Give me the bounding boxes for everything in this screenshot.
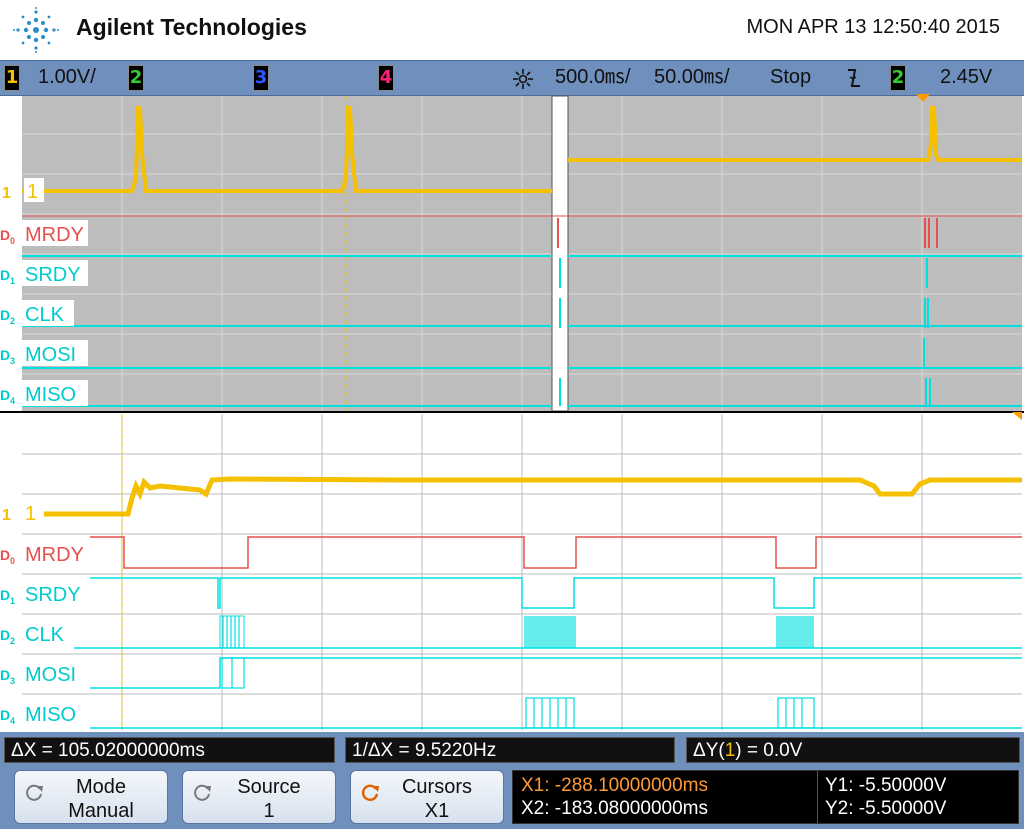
- scope-display[interactable]: 1 MRDY SRDY CLK MOSI MISO 1 D 0 D 1 D 2 …: [0, 94, 1024, 732]
- zoom-d4-label: MISO: [25, 704, 76, 726]
- source-softkey[interactable]: Source 1: [182, 770, 336, 824]
- softkey-bar: Mode Manual Source 1 Cursors X1 X1: -288…: [0, 766, 1024, 829]
- svg-text:4: 4: [10, 716, 15, 726]
- source-value: 1: [263, 800, 275, 822]
- main-d0-marker: D: [0, 227, 10, 243]
- svg-text:2: 2: [10, 636, 15, 646]
- date-time: MON APR 13 12:50:40 2015: [746, 16, 1001, 38]
- brand-name: Agilent Technologies: [76, 14, 307, 40]
- trigger-falling-edge-icon: [848, 69, 860, 87]
- channel-1-indicator[interactable]: 1: [4, 65, 20, 91]
- main-timebase[interactable]: 500.0㎳/: [555, 65, 631, 89]
- zoom-sun-icon: [513, 69, 533, 89]
- header: Agilent Technologies MON APR 13 12:50:40…: [0, 0, 1024, 60]
- svg-text:1: 1: [10, 596, 15, 606]
- delta-y-readout: ΔY(1) = 0.0V: [686, 737, 1020, 763]
- zoom-d2-marker: D: [0, 627, 10, 643]
- cursor-y2-value: Y2: -5.50000V: [825, 798, 947, 819]
- svg-text:3: 3: [10, 356, 15, 366]
- main-d1-marker: D: [0, 267, 10, 283]
- trigger-level[interactable]: 2.45V: [940, 65, 992, 89]
- source-label: Source: [237, 776, 301, 798]
- main-ch1-ground-marker: 1: [2, 185, 11, 202]
- zoom-d1-marker: D: [0, 587, 10, 603]
- zoom-d3-label: MOSI: [25, 664, 76, 686]
- zoom-d2-label: CLK: [25, 624, 65, 646]
- measurement-bar: ΔX = 105.02000000ms 1/ΔX = 9.5220Hz ΔY(1…: [0, 732, 1024, 766]
- zoom-d0-label: MRDY: [25, 544, 84, 566]
- zoom-timebase[interactable]: 50.00㎳/: [654, 65, 730, 89]
- trigger-source[interactable]: 2: [890, 65, 906, 91]
- run-state[interactable]: Stop: [770, 65, 811, 89]
- svg-text:1: 1: [10, 276, 15, 286]
- main-d3-label: MOSI: [25, 344, 76, 366]
- svg-text:4: 4: [10, 396, 15, 406]
- cursor-x2-value: X2: -183.08000000ms: [521, 798, 708, 819]
- channel-2-indicator[interactable]: 2: [128, 65, 144, 91]
- status-bar: 1 1.00V/ 2 3 4 500.0㎳/ 50.00㎳/ Stop 2 2.…: [0, 60, 1024, 96]
- zoom-ch1-label: 1: [25, 503, 36, 525]
- cursors-softkey[interactable]: Cursors X1: [350, 770, 504, 824]
- main-d4-marker: D: [0, 387, 10, 403]
- delta-x-readout: ΔX = 105.02000000ms: [4, 737, 335, 763]
- main-d2-label: CLK: [25, 304, 65, 326]
- cursor-x1-value: X1: -288.10000000ms: [521, 775, 708, 796]
- main-d0-label: MRDY: [25, 224, 84, 246]
- mode-label: Mode: [75, 776, 127, 798]
- svg-text:2: 2: [10, 316, 15, 326]
- channel-1-scale[interactable]: 1.00V/: [38, 65, 96, 89]
- main-d3-marker: D: [0, 347, 10, 363]
- main-d4-label: MISO: [25, 384, 76, 406]
- mode-softkey[interactable]: Mode Manual: [14, 770, 168, 824]
- svg-text:3: 3: [10, 676, 15, 686]
- main-ch1-label: 1: [27, 181, 38, 203]
- mode-value: Manual: [68, 800, 134, 822]
- channel-3-indicator[interactable]: 3: [253, 65, 269, 91]
- zoom-ch1-ground-marker: 1: [2, 507, 11, 524]
- main-d1-label: SRDY: [25, 264, 81, 286]
- cursor-y1-value: Y1: -5.50000V: [825, 775, 947, 796]
- inverse-delta-x-readout: 1/ΔX = 9.5220Hz: [345, 737, 675, 763]
- cursors-label: Cursors: [401, 776, 472, 798]
- zoom-d0-marker: D: [0, 547, 10, 563]
- zoom-d4-marker: D: [0, 707, 10, 723]
- main-d2-marker: D: [0, 307, 10, 323]
- zoom-d1-label: SRDY: [25, 584, 81, 606]
- agilent-spark-logo-icon: [13, 7, 59, 53]
- svg-text:0: 0: [10, 236, 15, 246]
- channel-4-indicator[interactable]: 4: [378, 65, 394, 91]
- svg-text:0: 0: [10, 556, 15, 566]
- zoom-window-marker[interactable]: [551, 95, 569, 412]
- cursors-value: X1: [424, 800, 450, 822]
- zoom-d3-marker: D: [0, 667, 10, 683]
- cursor-readout-panel: X1: -288.10000000ms X2: -183.08000000ms …: [512, 770, 1019, 824]
